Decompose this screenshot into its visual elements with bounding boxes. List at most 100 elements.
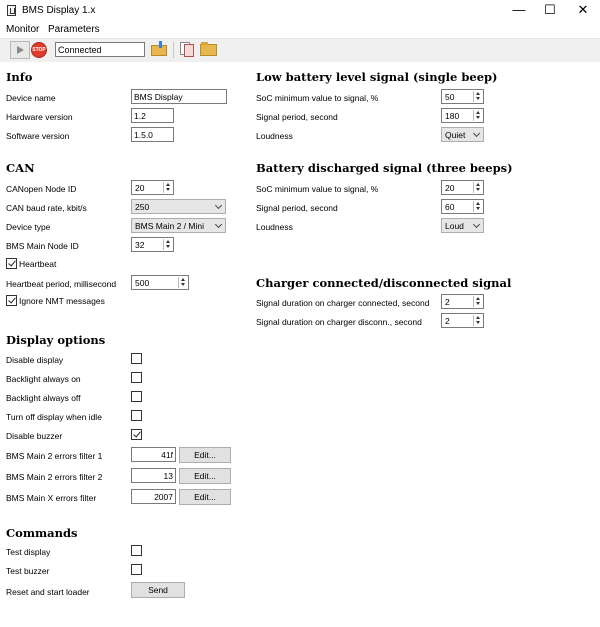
heartbeat-period-label: Heartbeat period, millisecond [6,279,117,289]
low-battery-soc-label: SoC minimum value to signal, % [256,93,379,103]
node-id-spinbox[interactable]: 20 [131,180,174,195]
reset-loader-label: Reset and start loader [6,587,90,597]
disable-display-label: Disable display [6,355,64,365]
main-node-id-value: 32 [135,240,145,250]
device-name-field[interactable]: BMS Display [131,89,227,104]
minimize-button[interactable]: — [504,0,534,22]
low-battery-soc-value: 50 [445,92,455,102]
low-battery-period-spinbox[interactable]: 180 [441,108,484,123]
chevron-down-icon [472,129,481,138]
disable-buzzer-checkbox[interactable] [131,429,142,440]
baud-rate-value: 250 [135,202,150,212]
heartbeat-label: Heartbeat [19,259,57,269]
spin-arrows-icon[interactable] [473,182,482,193]
spin-arrows-icon[interactable] [473,315,482,326]
main-node-id-label: BMS Main Node ID [6,241,79,251]
device-type-value: BMS Main 2 / Mini [135,221,204,231]
device-type-label: Device type [6,222,51,232]
filter2-field[interactable]: 13 [131,468,176,483]
open-folder-icon[interactable] [200,41,218,57]
heartbeat-checkbox[interactable] [6,258,17,269]
test-buzzer-label: Test buzzer [6,566,50,576]
node-id-value: 20 [135,183,145,193]
low-battery-loudness-select[interactable]: Quiet [441,127,484,142]
filter1-label: BMS Main 2 errors filter 1 [6,451,103,461]
software-version-field[interactable]: 1.5.0 [131,127,174,142]
turn-off-idle-checkbox[interactable] [131,410,142,421]
maximize-button[interactable]: ☐ [535,0,565,22]
filter2-edit-button[interactable]: Edit... [179,468,231,484]
backlight-on-label: Backlight always on [6,374,81,384]
ignore-nmt-label: Ignore NMT messages [19,296,105,306]
spin-arrows-icon[interactable] [473,91,482,102]
chevron-down-icon [472,220,481,229]
backlight-off-checkbox[interactable] [131,391,142,402]
discharged-period-label: Signal period, second [256,203,338,213]
discharged-heading: Battery discharged signal (three beeps) [256,161,513,175]
play-icon[interactable] [10,41,30,59]
discharged-soc-spinbox[interactable]: 20 [441,180,484,195]
spin-arrows-icon[interactable] [473,296,482,307]
spin-arrows-icon[interactable] [178,277,187,288]
device-name-label: Device name [6,93,56,103]
heartbeat-period-spinbox[interactable]: 500 [131,275,189,290]
filterx-edit-button[interactable]: Edit... [179,489,231,505]
filterx-label: BMS Main X errors filter [6,493,97,503]
main-node-id-spinbox[interactable]: 32 [131,237,174,252]
discharged-loudness-value: Loud [445,221,464,231]
filter1-edit-button[interactable]: Edit... [179,447,231,463]
device-type-select[interactable]: BMS Main 2 / Mini [131,218,226,233]
test-display-checkbox[interactable] [131,545,142,556]
discharged-period-spinbox[interactable]: 60 [441,199,484,214]
low-battery-heading: Low battery level signal (single beep) [256,70,498,84]
baud-rate-label: CAN baud rate, kbit/s [6,203,87,213]
filter2-label: BMS Main 2 errors filter 2 [6,472,103,482]
stop-icon[interactable]: STOP [31,42,47,58]
import-icon[interactable] [151,41,169,57]
charger-disconnected-spinbox[interactable]: 2 [441,313,484,328]
spin-arrows-icon[interactable] [163,182,172,193]
chevron-down-icon [214,201,223,210]
heartbeat-period-value: 500 [135,278,150,288]
node-id-label: CANopen Node ID [6,184,77,194]
charger-connected-spinbox[interactable]: 2 [441,294,484,309]
discharged-soc-value: 20 [445,183,455,193]
connection-status-field[interactable]: Connected [55,42,145,57]
display-options-heading: Display options [6,333,106,347]
low-battery-period-value: 180 [445,111,460,121]
spin-arrows-icon[interactable] [473,110,482,121]
ignore-nmt-checkbox[interactable] [6,295,17,306]
copy-icon[interactable] [178,41,196,57]
charger-disconnected-value: 2 [445,316,450,326]
low-battery-loudness-label: Loudness [256,131,293,141]
filter1-field[interactable]: 41f [131,447,176,462]
discharged-loudness-select[interactable]: Loud [441,218,484,233]
discharged-soc-label: SoC minimum value to signal, % [256,184,379,194]
disable-display-checkbox[interactable] [131,353,142,364]
charger-connected-value: 2 [445,297,450,307]
commands-heading: Commands [6,526,78,540]
hardware-version-label: Hardware version [6,112,73,122]
send-button[interactable]: Send [131,582,185,598]
test-display-label: Test display [6,547,51,557]
low-battery-period-label: Signal period, second [256,112,338,122]
low-battery-soc-spinbox[interactable]: 50 [441,89,484,104]
charger-disconnected-label: Signal duration on charger disconn., sec… [256,317,422,327]
can-heading: CAN [6,161,35,175]
menu-monitor[interactable]: Monitor [6,24,39,35]
menu-parameters[interactable]: Parameters [48,24,100,35]
toolbar-separator [173,42,174,58]
hardware-version-field[interactable]: 1.2 [131,108,174,123]
discharged-loudness-label: Loudness [256,222,293,232]
test-buzzer-checkbox[interactable] [131,564,142,575]
filterx-field[interactable]: 2007 [131,489,176,504]
close-button[interactable]: ✕ [568,0,598,22]
chevron-down-icon [214,220,223,229]
baud-rate-select[interactable]: 250 [131,199,226,214]
spin-arrows-icon[interactable] [163,239,172,250]
window-title: BMS Display 1.x [22,5,96,16]
discharged-period-value: 60 [445,202,455,212]
spin-arrows-icon[interactable] [473,201,482,212]
turn-off-idle-label: Turn off display when idle [6,412,102,422]
backlight-on-checkbox[interactable] [131,372,142,383]
